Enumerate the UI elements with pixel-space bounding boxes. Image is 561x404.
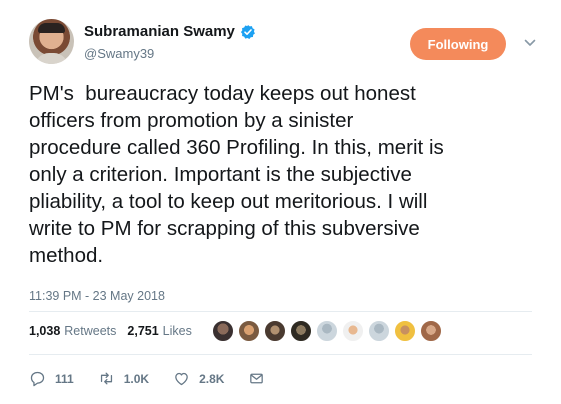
like-button[interactable]: 2.8K bbox=[173, 370, 224, 387]
direct-message-icon bbox=[250, 373, 264, 384]
tweet-timestamp[interactable]: 11:39 PM - 23 May 2018 bbox=[29, 289, 165, 303]
direct-message-button[interactable] bbox=[248, 370, 274, 387]
liker-avatar[interactable] bbox=[316, 320, 338, 342]
retweets-count[interactable]: 1,038 bbox=[29, 324, 60, 338]
chevron-down-icon[interactable] bbox=[523, 36, 537, 50]
like-action-count: 2.8K bbox=[199, 371, 225, 386]
liker-avatar[interactable] bbox=[290, 320, 312, 342]
retweets-label[interactable]: Retweets bbox=[64, 324, 116, 338]
reply-count: 111 bbox=[55, 371, 74, 386]
retweet-action-count: 1.0K bbox=[123, 371, 150, 386]
likers-avatars bbox=[212, 320, 446, 342]
liker-avatar[interactable] bbox=[368, 320, 390, 342]
liker-avatar[interactable] bbox=[420, 320, 442, 342]
tweet-text: PM's bureaucracy today keeps out honest … bbox=[29, 82, 444, 267]
divider-top bbox=[29, 311, 532, 312]
tweet-actions: 111 1.0K 2.8K bbox=[29, 370, 298, 387]
liker-avatar[interactable] bbox=[342, 320, 364, 342]
liker-avatar[interactable] bbox=[264, 320, 286, 342]
likes-count[interactable]: 2,751 bbox=[127, 324, 158, 338]
reply-button[interactable]: 111 bbox=[29, 370, 74, 387]
likes-label[interactable]: Likes bbox=[163, 324, 192, 338]
divider-bottom bbox=[29, 354, 532, 355]
author-avatar[interactable] bbox=[29, 19, 74, 64]
following-button[interactable]: Following bbox=[410, 28, 506, 60]
author-handle[interactable]: @Swamy39 bbox=[84, 46, 154, 61]
liker-avatar[interactable] bbox=[238, 320, 260, 342]
reply-icon bbox=[30, 371, 45, 387]
retweet-icon bbox=[100, 372, 112, 385]
tweet-card: Subramanian Swamy @Swamy39 Following PM'… bbox=[0, 0, 561, 404]
liker-avatar[interactable] bbox=[212, 320, 234, 342]
like-icon bbox=[175, 372, 188, 386]
liker-avatar[interactable] bbox=[394, 320, 416, 342]
verified-badge-icon bbox=[240, 24, 255, 39]
author-name-row: Subramanian Swamy bbox=[84, 23, 256, 40]
author-name[interactable]: Subramanian Swamy bbox=[84, 23, 235, 40]
engagement-stats: 1,038 Retweets 2,751 Likes bbox=[29, 324, 192, 338]
retweet-button[interactable]: 1.0K bbox=[98, 370, 149, 387]
